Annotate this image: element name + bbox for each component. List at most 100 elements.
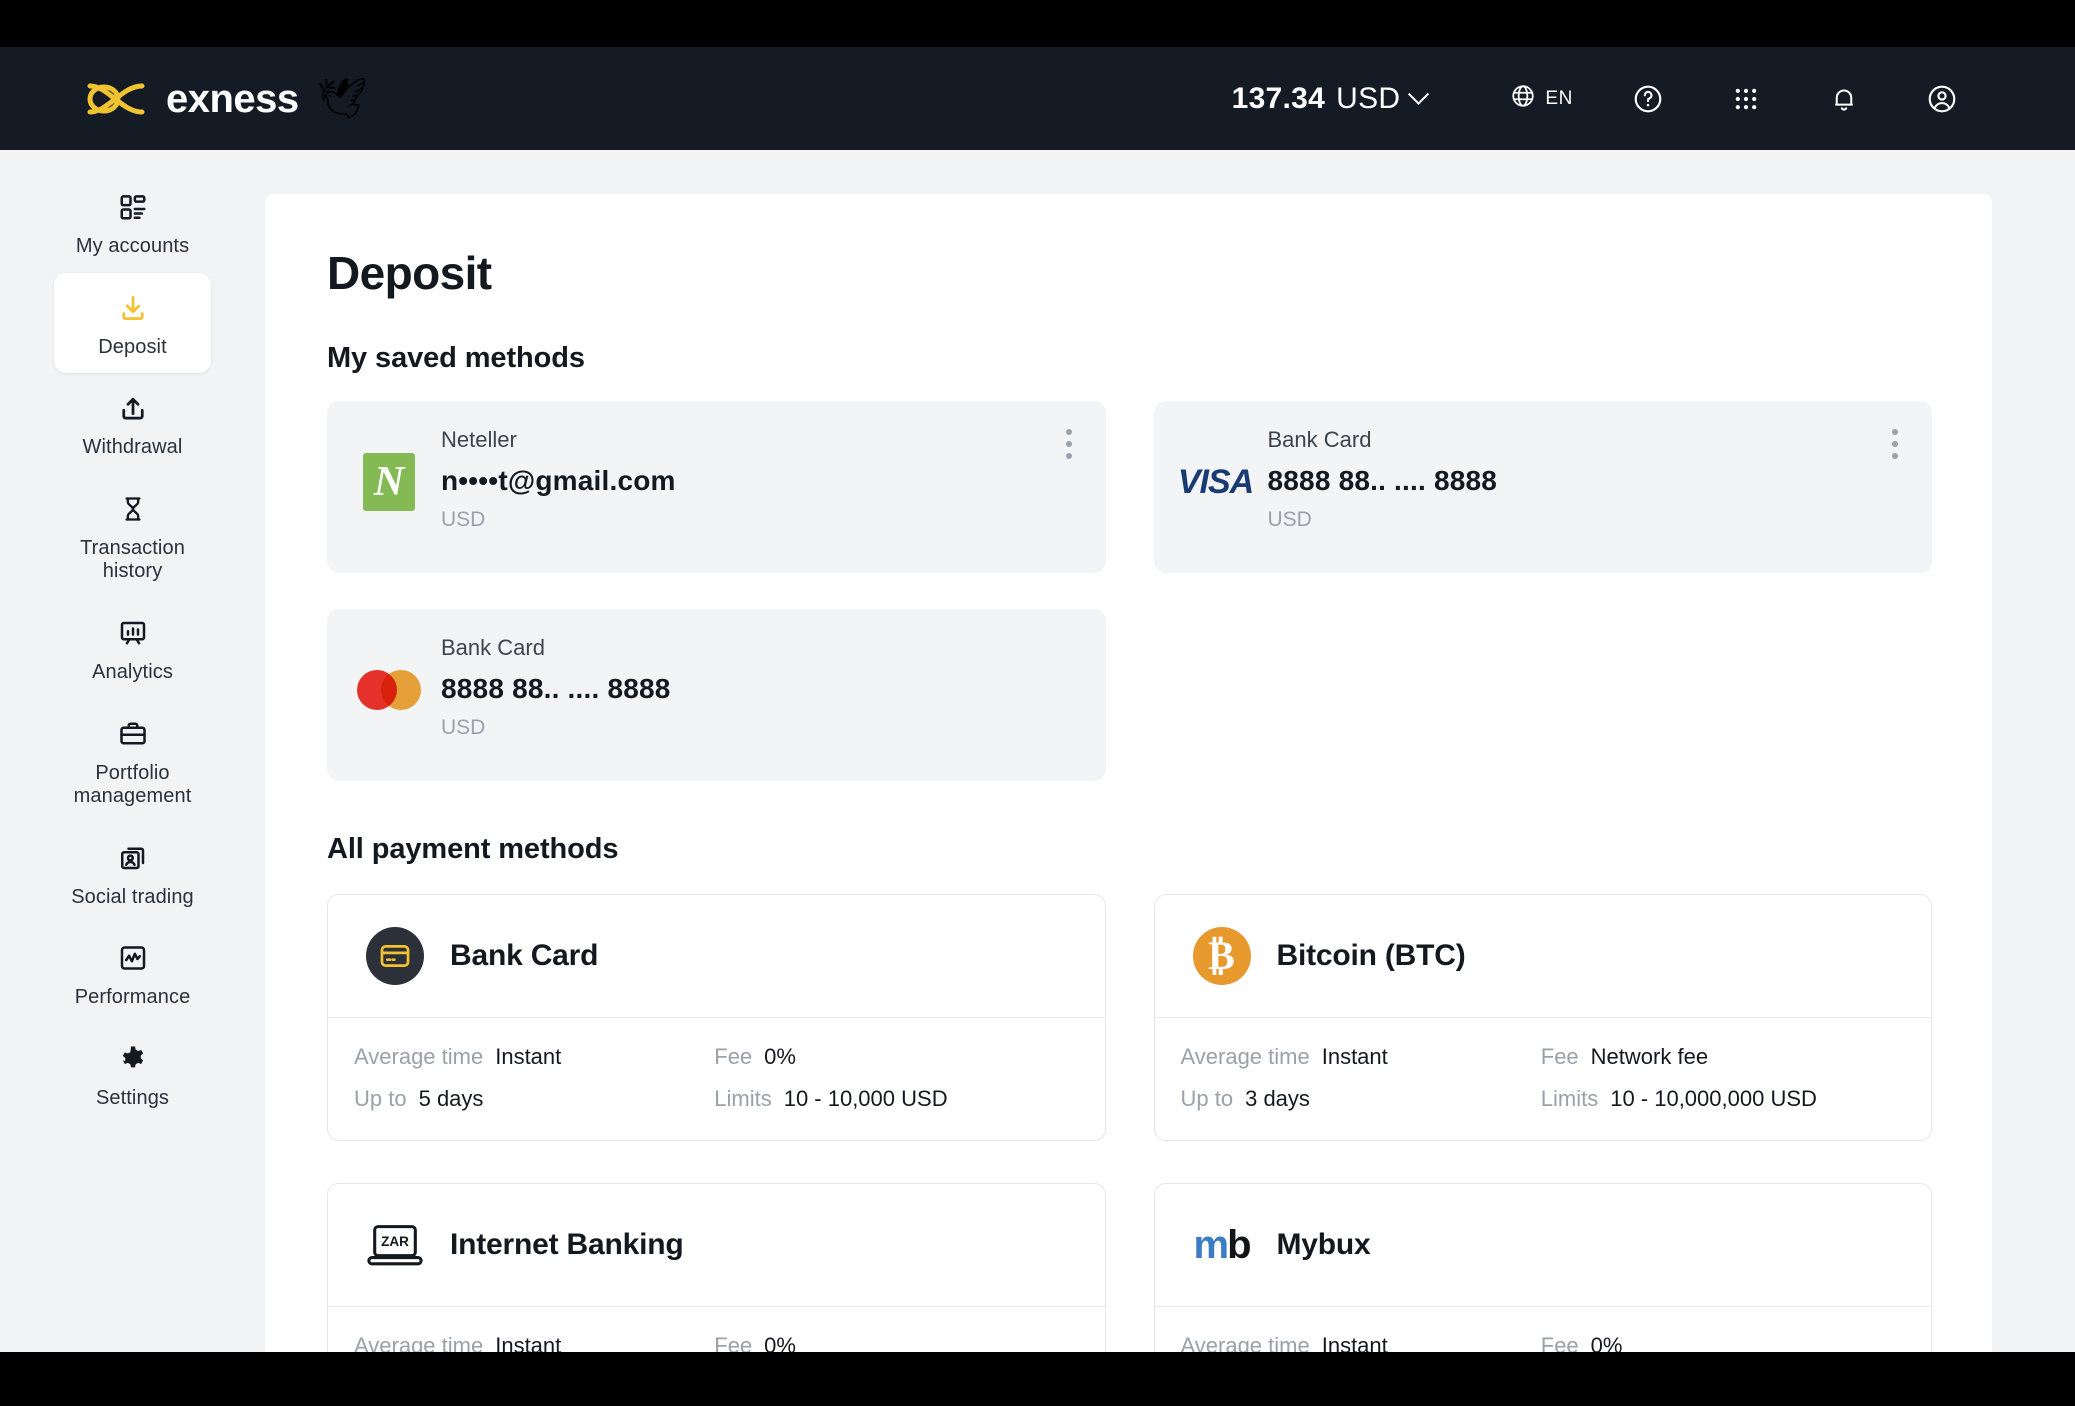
saved-method-currency: USD (1267, 508, 1312, 532)
saved-method-menu-icon[interactable] (1880, 425, 1910, 463)
payment-method-card[interactable]: ₿ Bitcoin (BTC) Average time Instant Fee N… (1153, 894, 1932, 1141)
meta-label-up-to: Up to (354, 1086, 407, 1111)
meta-value-up-to: 5 days (418, 1086, 484, 1111)
saved-method-card[interactable]: VISA Bank Card 8888 88.. .... 8888 USD (1153, 401, 1932, 573)
exness-mark-icon (82, 76, 152, 122)
gear-icon (116, 1042, 150, 1076)
meta-value-average-time: Instant (1321, 1044, 1388, 1069)
visa-logo: VISA (1177, 462, 1254, 501)
saved-method-value: 8888 88.. .... 8888 (1267, 465, 1498, 497)
app-header: exness 🕊 137.34 USD EN (0, 47, 2075, 150)
sidebar-item-deposit[interactable]: Deposit (54, 272, 211, 374)
dove-icon: 🕊 (316, 76, 368, 121)
user-account-icon[interactable] (1919, 76, 1965, 122)
brand-name: exness (166, 76, 299, 121)
balance-amount: 137.34 (1231, 81, 1326, 115)
meta-value-average-time: Instant (495, 1044, 562, 1069)
globe-icon (1510, 83, 1536, 114)
language-label: EN (1545, 87, 1573, 109)
payment-methods-grid: Bank Card Average time Instant Fee 0% Up t… (327, 894, 1932, 1406)
sidebar-item-label: Deposit (98, 335, 167, 358)
payment-method-meta: Average time Instant Fee 0% Up to 5 days Li… (328, 1017, 1105, 1140)
meta-label-fee: Fee (714, 1044, 753, 1069)
sidebar-item-my-accounts[interactable]: My accounts (54, 172, 211, 273)
sidebar-item-label: My accounts (75, 235, 190, 257)
laptop-zar-icon: ZAR (364, 1214, 426, 1276)
sidebar-item-label: Transaction history (80, 536, 185, 583)
content-panel: Deposit My saved methods N Neteller n•••… (265, 194, 1992, 1406)
saved-method-menu-icon[interactable] (1054, 425, 1084, 463)
chevron-down-icon (1408, 83, 1430, 105)
sidebar-nav: My accounts Deposit Withdrawal Transacti… (0, 150, 265, 1352)
hourglass-icon (116, 492, 150, 526)
meta-label-up-to: Up to (1180, 1086, 1234, 1111)
saved-method-value: n••••t@gmail.com (441, 465, 676, 497)
language-selector[interactable]: EN (1510, 83, 1573, 114)
payment-method-card[interactable]: Bank Card Average time Instant Fee 0% Up t… (327, 894, 1106, 1141)
saved-method-currency: USD (441, 508, 486, 532)
meta-value-fee: Network fee (1590, 1044, 1709, 1069)
sidebar-item-label: Withdrawal (82, 436, 183, 459)
mastercard-logo (357, 658, 421, 722)
saved-method-card[interactable]: Bank Card 8888 88.. .... 8888 USD (327, 609, 1106, 781)
balance-currency: USD (1336, 81, 1401, 115)
sidebar-item-label: Performance (74, 986, 191, 1009)
saved-method-currency: USD (441, 716, 486, 740)
page-title: Deposit (327, 247, 492, 299)
sidebar-item-label: Social trading (71, 885, 194, 908)
sidebar-item-performance[interactable]: Performance (54, 923, 211, 1024)
apps-grid-icon[interactable] (1723, 76, 1769, 122)
saved-methods-grid: N Neteller n••••t@gmail.com USD VISA Ban… (327, 401, 1932, 781)
payment-method-name: Mybux (1276, 1227, 1371, 1261)
share-arrow-icon (116, 391, 150, 425)
sidebar-item-transaction-history[interactable]: Transaction history (54, 474, 211, 598)
sidebar-item-portfolio-management[interactable]: Portfolio management (54, 699, 211, 823)
account-balance-selector[interactable]: 137.34 USD (1231, 81, 1430, 116)
screenshot-root: exness 🕊 137.34 USD EN My accounts Depos… (0, 0, 2075, 1406)
meta-label-limits: Limits (714, 1086, 772, 1111)
help-icon[interactable] (1625, 76, 1671, 122)
saved-method-type: Bank Card (1267, 427, 1372, 452)
line-chart-icon (116, 941, 150, 975)
payment-method-name: Internet Banking (450, 1227, 684, 1261)
sidebar-item-label: Analytics (92, 660, 173, 683)
dashboard-icon (116, 190, 150, 224)
all-methods-heading: All payment methods (327, 833, 619, 865)
meta-value-limits: 10 - 10,000,000 USD (1610, 1086, 1817, 1111)
briefcase-icon (116, 717, 150, 751)
page-body: My accounts Deposit Withdrawal Transacti… (0, 150, 2075, 1406)
notifications-bell-icon[interactable] (1821, 76, 1867, 122)
sidebar-item-label: Portfolio management (73, 761, 192, 808)
saved-method-type: Bank Card (441, 635, 545, 660)
sidebar-item-analytics[interactable]: Analytics (54, 598, 211, 699)
brand-logo[interactable]: exness 🕊 (82, 76, 367, 122)
saved-method-value: 8888 88.. .... 8888 (441, 673, 671, 705)
svg-text:ZAR: ZAR (381, 1233, 409, 1248)
meta-label-limits: Limits (1540, 1086, 1599, 1111)
meta-label-fee: Fee (1540, 1044, 1579, 1069)
payment-method-name: Bitcoin (BTC) (1276, 938, 1466, 972)
payment-method-meta: Average time Instant Fee Network fee Up to… (1154, 1017, 1931, 1140)
saved-method-card[interactable]: N Neteller n••••t@gmail.com USD (327, 401, 1106, 573)
sidebar-item-label: Settings (95, 1086, 170, 1109)
bank-card-icon (364, 925, 426, 987)
bar-chart-board-icon (116, 616, 150, 650)
neteller-logo: N (357, 450, 421, 514)
payment-method-name: Bank Card (450, 938, 599, 972)
bitcoin-icon: ₿ (1191, 925, 1253, 987)
letterbox-top (0, 0, 2075, 47)
sidebar-item-settings[interactable]: Settings (54, 1024, 211, 1125)
header-actions: 137.34 USD EN (1232, 76, 2075, 122)
sidebar-item-social-trading[interactable]: Social trading (54, 823, 211, 924)
mybux-logo: mb (1193, 1222, 1251, 1267)
people-cards-icon (116, 841, 150, 875)
meta-value-up-to: 3 days (1245, 1086, 1310, 1111)
sidebar-item-withdrawal[interactable]: Withdrawal (54, 373, 211, 474)
meta-value-limits: 10 - 10,000 USD (783, 1086, 948, 1111)
letterbox-bottom (0, 1352, 2075, 1406)
meta-value-fee: 0% (764, 1044, 796, 1069)
download-arrow-icon (116, 291, 150, 325)
saved-method-type: Neteller (441, 427, 517, 452)
meta-label-average-time: Average time (1180, 1044, 1310, 1069)
saved-methods-heading: My saved methods (327, 342, 585, 374)
